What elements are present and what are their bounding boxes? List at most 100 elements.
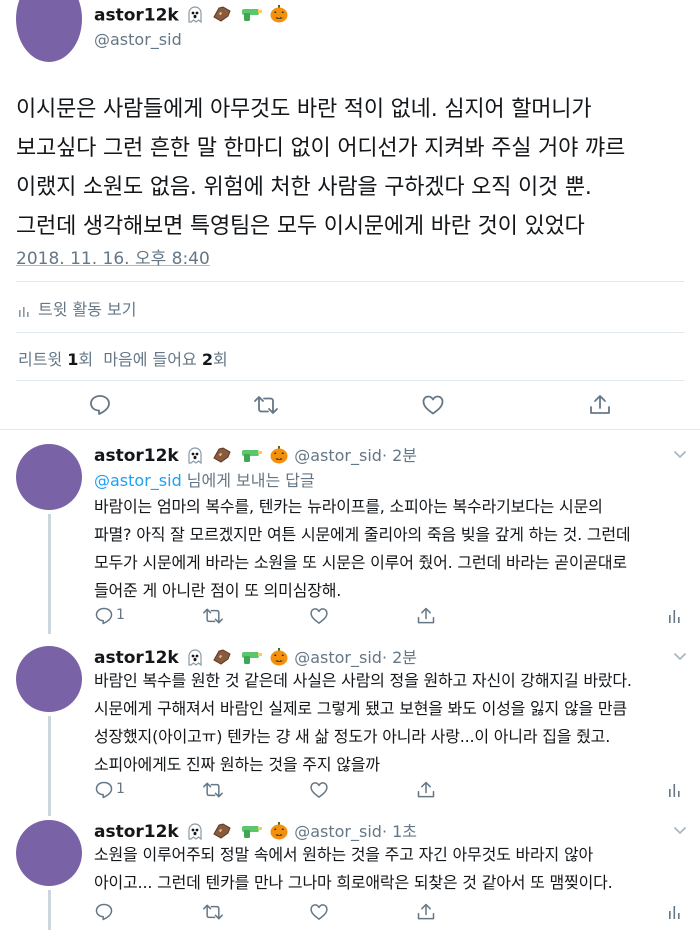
reply-icon: [90, 395, 110, 415]
retweet-icon: [203, 782, 223, 798]
like-icon: [422, 395, 444, 415]
reply-text-line: 들어준 게 아니란 점이 또 의미심장해.: [94, 581, 342, 600]
reply-time: · 2분: [381, 648, 418, 667]
reply-text-line: 소피아에게도 진짜 원하는 것을 주지 않을까: [94, 755, 380, 774]
reply-text-line: 바람인 복수를 원한 것 같은데 사실은 사람의 정을 원하고 자신이 강해지길…: [94, 671, 632, 690]
replying-to-suffix: 님에게 보내는 답글: [181, 471, 315, 490]
like-count: 2: [201, 350, 213, 369]
tweet-analytics-button[interactable]: [668, 904, 682, 924]
tweet-timestamp[interactable]: 2018. 11. 16. 오후 8:40: [16, 244, 210, 269]
reply-text-line: 소원을 이루어주되 정말 속에서 원하는 것을 주고 자긴 아무것도 바라지 않…: [94, 845, 593, 864]
avatar[interactable]: [16, 646, 82, 712]
author-name-row: astor12k: [94, 4, 289, 28]
avatar[interactable]: [16, 0, 82, 62]
reply-author-handle[interactable]: @astor_sid: [294, 648, 382, 667]
reply-icon: [95, 607, 113, 625]
divider: [16, 332, 684, 333]
avatar[interactable]: [16, 820, 82, 886]
reply-text-line: 아이고... 그런데 텐카를 만나 그나마 희로애락은 되찾은 것 같아서 또 …: [94, 873, 613, 892]
tweet-analytics-button[interactable]: [668, 782, 682, 802]
retweet-button[interactable]: [202, 606, 224, 630]
replying-to: @astor_sid 님에게 보내는 답글: [94, 467, 315, 491]
reply-text-line: 모두가 시문에게 바라는 소원을 또 시문은 이루어 줬어. 그런데 바라는 곧…: [94, 553, 627, 572]
reply-author-handle[interactable]: @astor_sid: [294, 822, 382, 841]
like-icon: [310, 782, 328, 798]
retweet-unit: 회: [78, 350, 94, 369]
analytics-icon: [669, 906, 680, 919]
reply-button[interactable]: [94, 902, 114, 926]
reply-text: 바람인 복수를 원한 것 같은데 사실은 사람의 정을 원하고 자신이 강해지길…: [94, 667, 694, 779]
main-like-button[interactable]: [421, 393, 445, 421]
chevron-down-icon[interactable]: [672, 446, 688, 465]
retweet-icon: [254, 396, 278, 414]
tweet-activity-link[interactable]: 트윗 활동 보기: [18, 296, 137, 320]
analytics-icon: [669, 610, 680, 623]
retweet-button[interactable]: [202, 902, 224, 926]
like-button[interactable]: [309, 902, 329, 926]
retweet-button[interactable]: [202, 780, 224, 804]
share-button[interactable]: [416, 606, 436, 630]
thread-line: [48, 514, 51, 634]
thread-line: [48, 890, 51, 930]
share-icon: [417, 781, 435, 798]
share-button[interactable]: [416, 780, 436, 804]
main-retweet-button[interactable]: [253, 393, 279, 421]
reply-author-name[interactable]: astor12k: [94, 648, 179, 668]
retweet-label: 리트윗: [18, 350, 63, 369]
like-icon: [310, 608, 328, 624]
ghost-emoji: [185, 445, 205, 469]
like-unit: 회: [212, 350, 228, 369]
engagement-stats: 리트윗 1회 마음에 들어요 2회: [18, 346, 228, 370]
analytics-icon: [19, 306, 29, 317]
tweet-analytics-button[interactable]: [668, 608, 682, 628]
tweet-text-line: 보고싶다 그런 흔한 말 한마디 없이 어디선가 지켜봐 주실 거야 꺄르: [16, 136, 626, 161]
share-button[interactable]: [416, 902, 436, 926]
avatar[interactable]: [16, 444, 82, 510]
tweet-text-line: 그런데 생각해보면 특영팀은 모두 이시문에게 바란 것이 있었다: [16, 214, 585, 239]
chevron-down-icon[interactable]: [672, 822, 688, 841]
main-reply-button[interactable]: [88, 393, 112, 421]
main-share-button[interactable]: [588, 393, 612, 421]
tweet-text: 이시문은 사람들에게 아무것도 바란 적이 없네. 심지어 할머니가 보고싶다 …: [16, 90, 696, 246]
reply-count: 1: [116, 607, 125, 623]
divider: [0, 429, 700, 430]
ghost-emoji: [185, 4, 205, 28]
tweet-text-line: 이랬지 소원도 없음. 위험에 처한 사람을 구하겠다 오직 이것 뿐.: [16, 175, 592, 200]
reply-text-line: 성장했지(아이고ㅠ) 텐카는 걍 새 삶 정도가 아니라 사랑...이 아니라 …: [94, 727, 611, 746]
like-label: 마음에 들어요: [103, 350, 197, 369]
retweets-stat[interactable]: 리트윗 1회: [18, 350, 93, 369]
tweet-text-line: 이시문은 사람들에게 아무것도 바란 적이 없네. 심지어 할머니가: [16, 97, 592, 122]
reply-button[interactable]: [94, 606, 114, 630]
coffin-emoji: [211, 445, 233, 469]
jack-o-lantern-emoji: [269, 445, 289, 469]
chevron-down-icon[interactable]: [672, 648, 688, 667]
reply-author-name[interactable]: astor12k: [94, 446, 179, 466]
reply-author-handle[interactable]: @astor_sid: [294, 446, 382, 465]
reply-text: 소원을 이루어주되 정말 속에서 원하는 것을 주고 자긴 아무것도 바라지 않…: [94, 841, 694, 897]
reply-author-name[interactable]: astor12k: [94, 822, 179, 842]
like-button[interactable]: [309, 606, 329, 630]
reply-time: · 1초: [381, 822, 418, 841]
like-icon: [310, 904, 328, 920]
reply-text-line: 바람이는 엄마의 복수를, 텐카는 뉴라이프를, 소피아는 복수라기보다는 시문…: [94, 497, 603, 516]
water-pistol-emoji: [239, 445, 263, 469]
divider: [16, 281, 684, 282]
author-handle[interactable]: @astor_sid: [94, 30, 182, 49]
reply-text-line: 시문에게 구해져서 바람인 실제로 그렇게 됐고 보현을 봐도 이성을 잃지 않…: [94, 699, 627, 718]
author-name[interactable]: astor12k: [94, 6, 179, 26]
reply-text: 바람이는 엄마의 복수를, 텐카는 뉴라이프를, 소피아는 복수라기보다는 시문…: [94, 493, 694, 605]
replying-to-handle[interactable]: @astor_sid: [94, 471, 182, 490]
reply-count: 1: [116, 781, 125, 797]
reply-icon: [95, 903, 113, 921]
likes-stat[interactable]: 마음에 들어요 2회: [103, 350, 227, 369]
water-pistol-emoji: [239, 4, 263, 28]
reply-text-line: 파멸? 아직 잘 모르겠지만 여튼 시문에게 줄리아의 죽음 빚을 갚게 하는 …: [94, 525, 631, 544]
thread-line: [48, 716, 51, 816]
retweet-icon: [203, 904, 223, 920]
like-button[interactable]: [309, 780, 329, 804]
retweet-icon: [203, 608, 223, 624]
reply-time: · 2분: [381, 446, 418, 465]
reply-button[interactable]: [94, 780, 114, 804]
share-icon: [417, 607, 435, 624]
tweet-activity-label: 트윗 활동 보기: [38, 300, 137, 319]
